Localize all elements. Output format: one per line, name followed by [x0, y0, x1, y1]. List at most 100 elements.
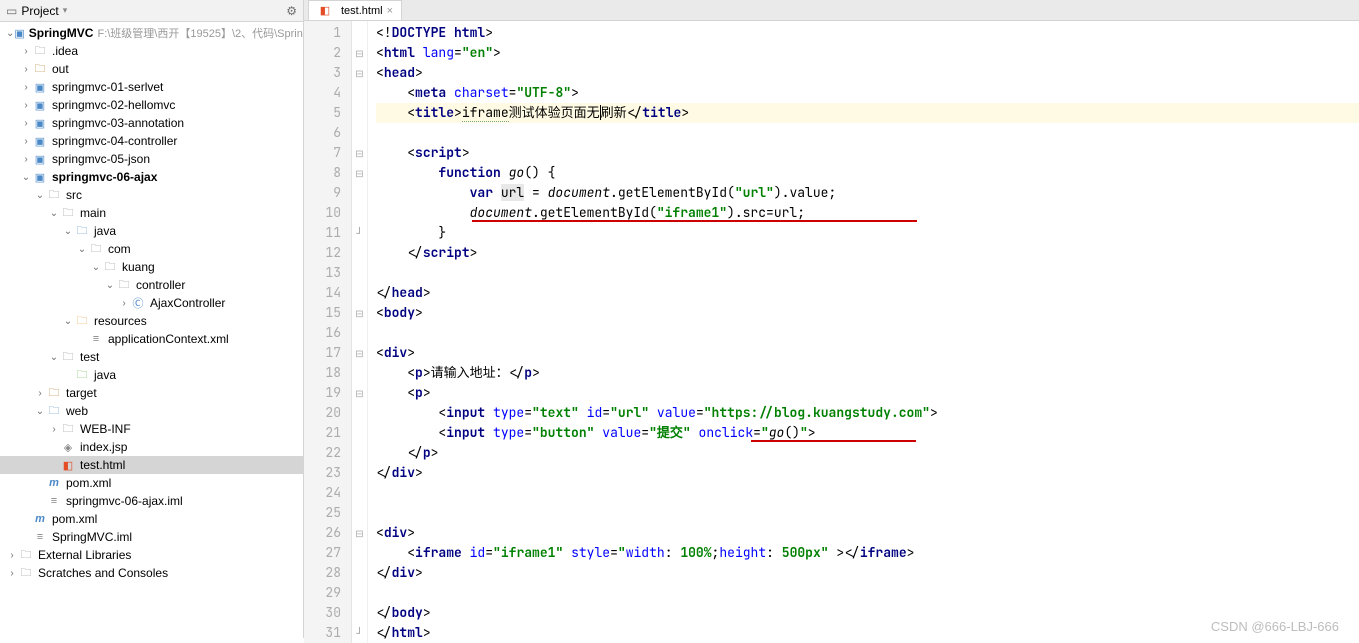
tree-item[interactable]: ›▣springmvc-02-hellomvc [0, 96, 303, 114]
fold-marker[interactable] [352, 363, 367, 383]
line-number[interactable]: 20 [304, 403, 351, 423]
line-number[interactable]: 2 [304, 43, 351, 63]
tree-item[interactable]: ›🗀.idea [0, 42, 303, 60]
code-line[interactable] [376, 483, 1359, 503]
code-line[interactable]: <iframe id="iframe1" style="width: 100%;… [376, 543, 1359, 563]
chevron-icon[interactable]: ⌄ [6, 28, 14, 39]
code-line[interactable]: <div> [376, 523, 1359, 543]
fold-marker[interactable] [352, 563, 367, 583]
chevron-icon[interactable]: ⌄ [34, 190, 46, 201]
code-line[interactable]: </head> [376, 283, 1359, 303]
tree-item[interactable]: ≡SpringMVC.iml [0, 528, 303, 546]
code-line[interactable]: <p>请输入地址：</p> [376, 363, 1359, 383]
tree-item[interactable]: ›🗀External Libraries [0, 546, 303, 564]
chevron-icon[interactable]: ⌄ [76, 244, 88, 255]
line-number[interactable]: 23 [304, 463, 351, 483]
line-number[interactable]: 31 [304, 623, 351, 643]
tree-item[interactable]: ≡applicationContext.xml [0, 330, 303, 348]
code-line[interactable]: document.getElementById("iframe1").src=u… [376, 203, 1359, 223]
chevron-icon[interactable]: ⌄ [62, 226, 74, 237]
fold-marker[interactable] [352, 83, 367, 103]
fold-marker[interactable] [352, 483, 367, 503]
line-number[interactable]: 3 [304, 63, 351, 83]
chevron-icon[interactable]: › [20, 154, 32, 165]
line-number[interactable]: 29 [304, 583, 351, 603]
chevron-icon[interactable]: › [6, 568, 18, 579]
code-line[interactable]: <meta charset="UTF-8"> [376, 83, 1359, 103]
fold-marker[interactable]: ⊟ [352, 43, 367, 63]
tree-item[interactable]: ›ⒸAjaxController [0, 294, 303, 312]
code-line[interactable]: <body> [376, 303, 1359, 323]
tree-item[interactable]: ›🗀target [0, 384, 303, 402]
code-line[interactable] [376, 503, 1359, 523]
line-number[interactable]: 22 [304, 443, 351, 463]
tree-item[interactable]: ›🗀out [0, 60, 303, 78]
tree-item[interactable]: ›▣springmvc-03-annotation [0, 114, 303, 132]
chevron-icon[interactable]: › [6, 550, 18, 561]
tree-item[interactable]: ⌄🗀src [0, 186, 303, 204]
code-line[interactable] [376, 263, 1359, 283]
chevron-icon[interactable]: › [20, 64, 32, 75]
line-number[interactable]: 1 [304, 23, 351, 43]
fold-marker[interactable]: ⊟ [352, 303, 367, 323]
code-line[interactable] [376, 123, 1359, 143]
line-number[interactable]: 15 [304, 303, 351, 323]
tree-item[interactable]: ⌄🗀resources [0, 312, 303, 330]
fold-marker[interactable] [352, 583, 367, 603]
line-number[interactable]: 24 [304, 483, 351, 503]
line-number[interactable]: 12 [304, 243, 351, 263]
fold-marker[interactable]: ⊟ [352, 143, 367, 163]
gutter[interactable]: 1234567891011121314151617181920212223242… [304, 21, 352, 643]
tree-item[interactable]: ⌄🗀java [0, 222, 303, 240]
line-number[interactable]: 8 [304, 163, 351, 183]
tree-item[interactable]: ≡springmvc-06-ajax.iml [0, 492, 303, 510]
line-number[interactable]: 16 [304, 323, 351, 343]
tree-item[interactable]: 🗀java [0, 366, 303, 384]
code-line[interactable] [376, 583, 1359, 603]
fold-marker[interactable] [352, 403, 367, 423]
line-number[interactable]: 25 [304, 503, 351, 523]
fold-marker[interactable]: ⊟ [352, 383, 367, 403]
line-number[interactable]: 5 [304, 103, 351, 123]
code-line[interactable]: <title>iframe测试体验页面无刷新</title> [376, 103, 1359, 123]
line-number[interactable]: 18 [304, 363, 351, 383]
fold-marker[interactable] [352, 463, 367, 483]
gear-icon[interactable]: ⚙ [286, 4, 297, 18]
tree-item[interactable]: ›▣springmvc-04-controller [0, 132, 303, 150]
tree-item[interactable]: ⌄🗀controller [0, 276, 303, 294]
line-number[interactable]: 6 [304, 123, 351, 143]
line-number[interactable]: 19 [304, 383, 351, 403]
tree-item[interactable]: ›▣springmvc-05-json [0, 150, 303, 168]
tree-item[interactable]: ⌄🗀test [0, 348, 303, 366]
code-line[interactable]: </p> [376, 443, 1359, 463]
code-line[interactable]: </div> [376, 463, 1359, 483]
chevron-icon[interactable]: › [48, 424, 60, 435]
tree-item[interactable]: ◧test.html [0, 456, 303, 474]
chevron-icon[interactable]: › [20, 100, 32, 111]
code-line[interactable]: </script> [376, 243, 1359, 263]
fold-marker[interactable] [352, 183, 367, 203]
project-tree[interactable]: ⌄▣SpringMVC F:\班级管理\西开【19525】\2、代码\Sprin… [0, 22, 303, 638]
chevron-icon[interactable]: ⌄ [62, 316, 74, 327]
dropdown-icon[interactable]: ▾ [63, 5, 68, 16]
line-number[interactable]: 21 [304, 423, 351, 443]
tree-item[interactable]: ⌄▣SpringMVC F:\班级管理\西开【19525】\2、代码\Sprin… [0, 24, 303, 42]
chevron-icon[interactable]: ⌄ [48, 352, 60, 363]
code-line[interactable]: <script> [376, 143, 1359, 163]
fold-marker[interactable] [352, 423, 367, 443]
code-line[interactable]: } [376, 223, 1359, 243]
chevron-icon[interactable]: › [20, 118, 32, 129]
fold-marker[interactable] [352, 603, 367, 623]
fold-marker[interactable] [352, 443, 367, 463]
tree-item[interactable]: ⌄🗀web [0, 402, 303, 420]
fold-marker[interactable] [352, 203, 367, 223]
fold-marker[interactable] [352, 243, 367, 263]
code-line[interactable]: <html lang="en"> [376, 43, 1359, 63]
fold-marker[interactable]: ⊟ [352, 163, 367, 183]
line-number[interactable]: 17 [304, 343, 351, 363]
fold-marker[interactable] [352, 283, 367, 303]
code-line[interactable]: <!DOCTYPE html> [376, 23, 1359, 43]
tree-item[interactable]: mpom.xml [0, 510, 303, 528]
fold-marker[interactable] [352, 323, 367, 343]
tree-item[interactable]: ⌄▣springmvc-06-ajax [0, 168, 303, 186]
